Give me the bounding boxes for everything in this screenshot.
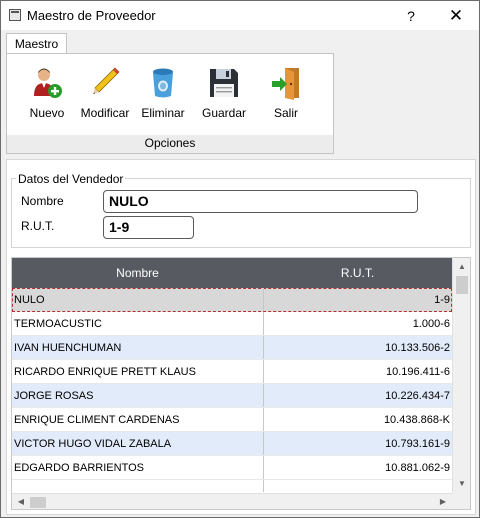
cell-rut: 1.000-6: [412, 318, 450, 330]
nombre-label: Nombre: [21, 194, 64, 208]
scroll-up-arrow-icon[interactable]: ▲: [453, 261, 470, 273]
cell-nombre: IVAN HUENCHUMAN: [14, 342, 122, 354]
table-row[interactable]: EDGARDO BARRIENTOS 10.881.062-9: [12, 456, 452, 480]
window-app-icon: [9, 9, 21, 21]
cell-rut: 10.196.411-6: [385, 366, 450, 378]
horizontal-scrollbar[interactable]: ◀ ▶: [12, 493, 452, 509]
exit-door-icon: [272, 68, 299, 100]
cell-rut: 1-9: [434, 294, 450, 306]
cell-rut: 10.881.062-9: [385, 462, 450, 474]
salir-label: Salir: [273, 106, 298, 120]
cell-rut: 10.438.868-K: [383, 414, 450, 426]
scroll-corner: [452, 493, 470, 509]
vendor-data-fieldset: [11, 178, 471, 248]
table-row[interactable]: JORGE ROSAS 10.226.434-7: [12, 384, 452, 408]
column-header-rut[interactable]: R.U.T.: [263, 266, 452, 280]
cell-nombre: ENRIQUE CLIMENT CARDENAS: [14, 414, 180, 426]
horizontal-scroll-thumb[interactable]: [30, 497, 46, 508]
nombre-input[interactable]: NULO: [103, 190, 418, 213]
rut-input[interactable]: 1-9: [103, 216, 194, 239]
grid-header: Nombre R.U.T.: [12, 258, 452, 288]
nuevo-button[interactable]: Nuevo: [19, 66, 75, 132]
tab-maestro[interactable]: Maestro: [6, 33, 67, 54]
content-area: Datos del Vendedor Nombre NULO R.U.T. 1-…: [6, 159, 476, 515]
trash-icon: [153, 68, 173, 98]
cell-nombre: JORGE ROSAS: [14, 390, 94, 402]
vertical-scroll-thumb[interactable]: [456, 276, 468, 294]
title-bar: Maestro de Proveedor ? ✕: [1, 1, 479, 30]
column-divider: [263, 480, 264, 492]
table-row[interactable]: IVAN HUENCHUMAN 10.133.506-2: [12, 336, 452, 360]
pencil-icon: [93, 67, 120, 94]
help-button[interactable]: ?: [399, 5, 423, 27]
window-title: Maestro de Proveedor: [27, 8, 156, 23]
cell-nombre: RICARDO ENRIQUE PRETT KLAUS: [14, 366, 196, 378]
vendor-data-legend: Datos del Vendedor: [16, 172, 126, 186]
supplier-master-window: Maestro de Proveedor ? ✕ Maestro Nuevo M…: [0, 0, 480, 518]
cell-nombre: NULO: [14, 294, 45, 306]
table-row[interactable]: TERMOACUSTIC 1.000-6: [12, 312, 452, 336]
cell-rut: 10.793.161-9: [385, 438, 450, 450]
floppy-disk-icon: [210, 69, 238, 97]
grid-rows: NULO 1-9 TERMOACUSTIC 1.000-6 IVAN HUENC…: [12, 288, 452, 480]
modificar-button[interactable]: Modificar: [77, 66, 133, 132]
ribbon-panel: Nuevo Modificar Eliminar Guardar Salir O…: [6, 53, 334, 154]
table-row[interactable]: RICARDO ENRIQUE PRETT KLAUS 10.196.411-6: [12, 360, 452, 384]
suppliers-grid: Nombre R.U.T. NULO 1-9 TERMOACUSTIC 1.00…: [11, 257, 471, 510]
cell-rut: 10.226.434-7: [385, 390, 450, 402]
column-header-nombre[interactable]: Nombre: [12, 266, 263, 280]
cell-nombre: TERMOACUSTIC: [14, 318, 102, 330]
close-button[interactable]: ✕: [441, 5, 471, 27]
ribbon-group-label: Opciones: [7, 135, 333, 153]
cell-nombre: EDGARDO BARRIENTOS: [14, 462, 144, 474]
scroll-left-arrow-icon[interactable]: ◀: [12, 496, 30, 508]
table-row[interactable]: ENRIQUE CLIMENT CARDENAS 10.438.868-K: [12, 408, 452, 432]
eliminar-button[interactable]: Eliminar: [135, 66, 191, 132]
vertical-scrollbar[interactable]: ▲ ▼: [452, 258, 470, 493]
guardar-button[interactable]: Guardar: [196, 66, 252, 132]
salir-button[interactable]: Salir: [258, 66, 314, 132]
cell-nombre: VICTOR HUGO VIDAL ZABALA: [14, 438, 172, 450]
rut-label: R.U.T.: [21, 219, 55, 233]
scroll-down-arrow-icon[interactable]: ▼: [453, 478, 470, 490]
add-user-icon: [34, 68, 62, 98]
scroll-right-arrow-icon[interactable]: ▶: [434, 496, 452, 508]
table-row[interactable]: NULO 1-9: [12, 288, 452, 312]
cell-rut: 10.133.506-2: [385, 342, 450, 354]
table-row[interactable]: VICTOR HUGO VIDAL ZABALA 10.793.161-9: [12, 432, 452, 456]
